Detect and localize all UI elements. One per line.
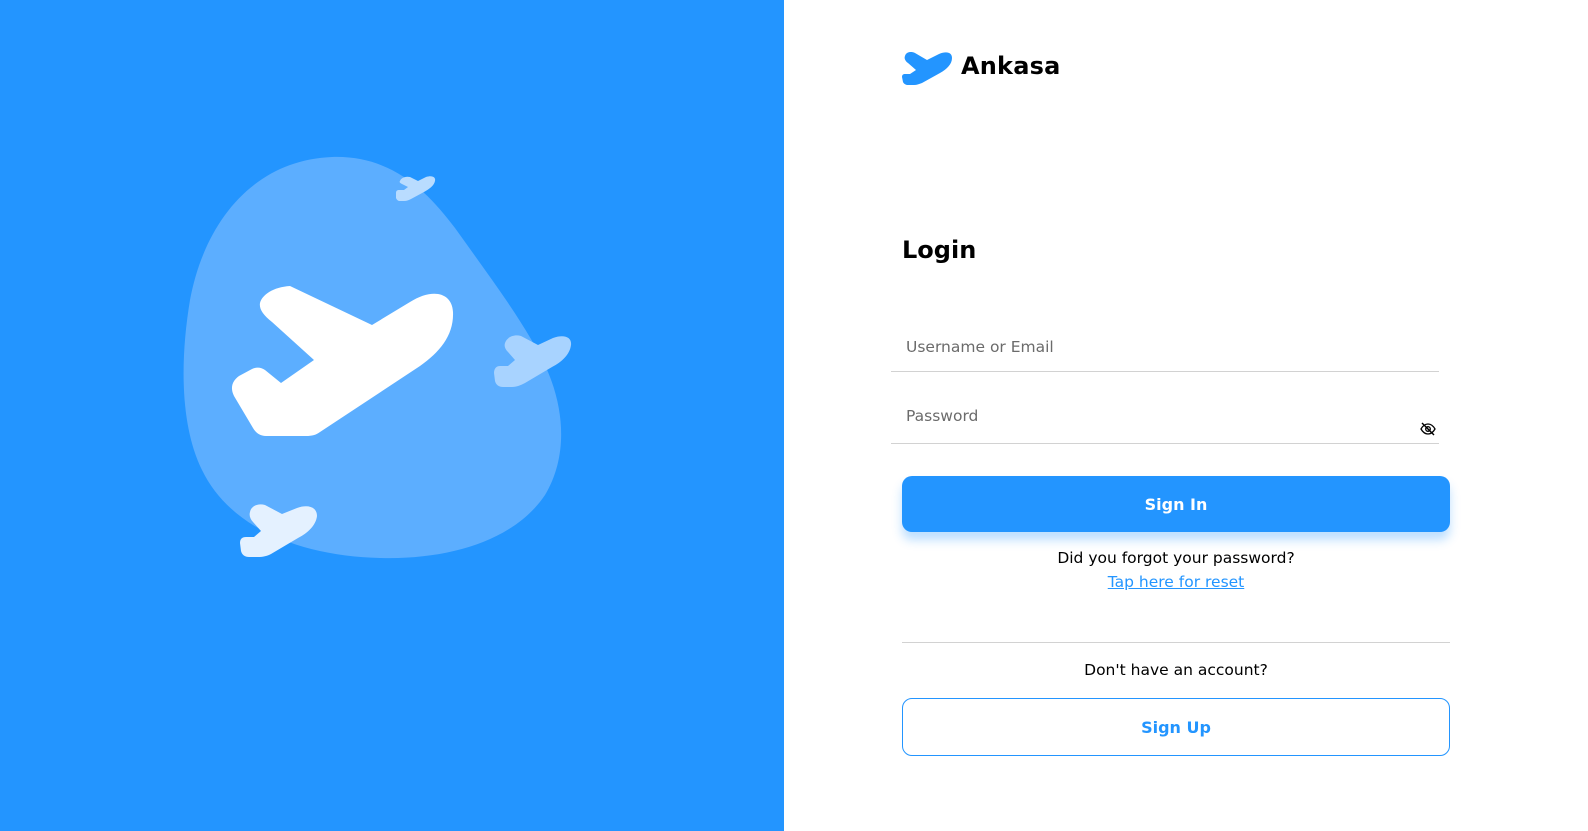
page-title: Login <box>902 236 977 264</box>
reset-password-link[interactable]: Tap here for reset <box>902 573 1450 591</box>
sign-in-button[interactable]: Sign In <box>902 476 1450 532</box>
username-field <box>891 320 1439 372</box>
forgot-password-text: Did you forgot your password? <box>1057 549 1295 567</box>
login-panel: Ankasa Login Sign In Did you forgot your… <box>784 0 1588 831</box>
no-account-text: Don't have an account? <box>1084 661 1268 679</box>
brand-name: Ankasa <box>961 52 1061 80</box>
plane-logo-icon <box>902 52 952 85</box>
username-input[interactable] <box>891 320 1439 371</box>
hero-illustration-panel <box>0 0 784 831</box>
sign-up-button[interactable]: Sign Up <box>902 698 1450 756</box>
divider <box>902 642 1450 643</box>
password-field <box>891 392 1439 444</box>
eye-slash-icon[interactable] <box>1419 420 1437 438</box>
password-input[interactable] <box>891 392 1439 443</box>
brand: Ankasa <box>901 46 1061 86</box>
small-plane-icon <box>240 504 317 557</box>
hero-illustration <box>183 156 572 559</box>
